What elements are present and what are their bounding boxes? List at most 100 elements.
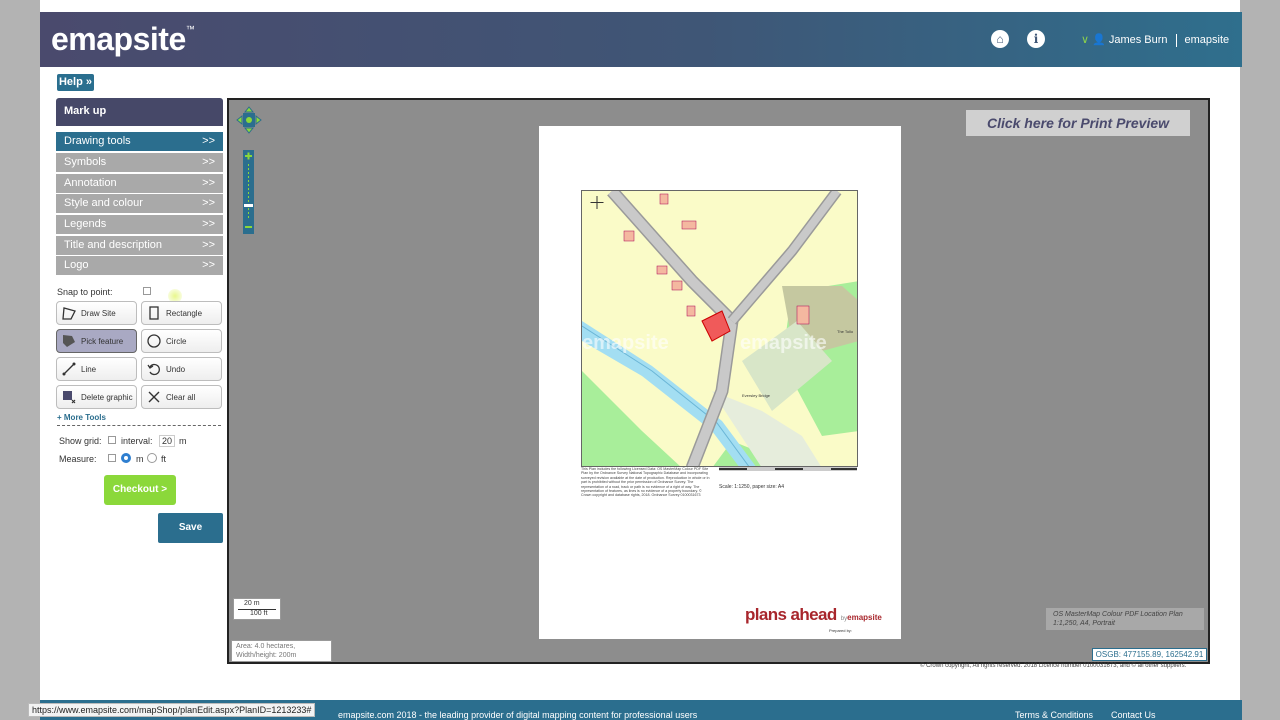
map-viewer[interactable]: Click here for Print Preview emapsite em…: [227, 98, 1210, 664]
unit-ft-radio[interactable]: [147, 453, 157, 463]
scale-m: 20 m: [244, 600, 260, 607]
menu-label: Title and description: [64, 239, 163, 251]
close-icon: [148, 391, 160, 403]
user-icon: 👤: [1092, 34, 1109, 46]
home-icon[interactable]: ⌂: [991, 30, 1009, 48]
unit-m-radio[interactable]: [121, 453, 131, 463]
watermark: emapsite: [582, 332, 669, 354]
plans-brand: emapsite: [847, 613, 882, 622]
plan-description: OS MasterMap Colour PDF Location Plan 1:1…: [1046, 608, 1204, 630]
interval-unit: m: [179, 436, 187, 446]
menu-logo[interactable]: Logo >>: [56, 256, 223, 275]
dimensions-text: Width/height: 200m: [236, 652, 297, 659]
menu-label: Drawing tools: [64, 135, 131, 147]
pan-control[interactable]: [236, 106, 262, 134]
expand-arrow: >>: [202, 156, 215, 168]
area-info: Area: 4.0 hectares, Width/height: 200m: [231, 640, 332, 662]
undo-button[interactable]: Undo: [141, 357, 222, 381]
rectangle-button[interactable]: Rectangle: [141, 301, 222, 325]
menu-label: Legends: [64, 218, 107, 230]
prepared-by: Prepared by:: [829, 628, 852, 633]
interval-input[interactable]: 20: [159, 435, 175, 447]
expand-arrow: >>: [202, 177, 215, 189]
measure-label: Measure:: [59, 454, 97, 464]
map-scale-indicator: 20 m 100 ft: [233, 598, 281, 620]
map-label: Eversley Bridge: [742, 393, 771, 398]
expand-arrow: >>: [202, 135, 215, 147]
checkout-button[interactable]: Checkout >: [104, 475, 176, 505]
save-button[interactable]: Save: [158, 513, 223, 543]
tool-label: Undo: [166, 365, 186, 374]
menu-symbols[interactable]: Symbols >>: [56, 153, 223, 172]
tool-label: Rectangle: [166, 309, 203, 318]
emapsite-logo[interactable]: emapsite™: [51, 21, 195, 58]
status-bar-url: https://www.emapsite.com/mapShop/planEdi…: [28, 703, 316, 717]
contact-link[interactable]: Contact Us: [1111, 710, 1156, 720]
menu-style-colour[interactable]: Style and colour >>: [56, 194, 223, 213]
plans-ahead-logo: plans ahead byemapsite: [745, 605, 882, 625]
user-name[interactable]: James Burn: [1109, 34, 1168, 46]
pick-feature-icon: [63, 335, 75, 347]
menu-label: Annotation: [64, 177, 117, 189]
line-icon: [62, 362, 76, 376]
menu-legends[interactable]: Legends >>: [56, 215, 223, 234]
tool-label: Line: [81, 365, 97, 374]
info-icon[interactable]: i: [1027, 30, 1045, 48]
zoom-slider[interactable]: [243, 150, 254, 234]
expand-arrow: >>: [202, 197, 215, 209]
map-image[interactable]: emapsite emapsite Eversley Bridge The To…: [581, 190, 858, 467]
undo-icon: [147, 363, 160, 376]
chevron-down-icon[interactable]: ∨: [1081, 34, 1089, 46]
menu-title-description[interactable]: Title and description >>: [56, 236, 223, 255]
print-preview-button[interactable]: Click here for Print Preview: [966, 110, 1190, 136]
snap-label: Snap to point:: [57, 287, 113, 297]
polygon-icon: [62, 307, 76, 320]
tool-label: Draw Site: [81, 309, 116, 318]
measure-checkbox[interactable]: [108, 454, 116, 462]
clear-all-button[interactable]: Clear all: [141, 385, 222, 409]
divider: [57, 425, 221, 426]
terms-link[interactable]: Terms & Conditions: [1015, 710, 1093, 720]
circle-button[interactable]: Circle: [141, 329, 222, 353]
plan-sheet: emapsite emapsite Eversley Bridge The To…: [539, 126, 901, 639]
menu-label: Logo: [64, 259, 89, 271]
tool-label: Delete graphic: [81, 393, 133, 402]
coordinates-readout: OSGB: 477155.89, 162542.91: [1092, 648, 1207, 661]
pick-feature-button[interactable]: Pick feature: [56, 329, 137, 353]
draw-site-button[interactable]: Draw Site: [56, 301, 137, 325]
plan-legend-text: This Plan includes the following License…: [581, 467, 710, 498]
tool-label: Pick feature: [81, 337, 124, 346]
help-button[interactable]: Help »: [57, 74, 94, 91]
scale-ft: 100 ft: [250, 610, 268, 617]
copyright-notice: © Crown copyright, All rights reserved. …: [920, 663, 1187, 669]
rectangle-icon: [149, 306, 159, 320]
delete-graphic-button[interactable]: Delete graphic: [56, 385, 137, 409]
circle-icon: [147, 334, 161, 348]
unit-ft-label: ft: [161, 454, 167, 464]
unit-m-label: m: [136, 454, 144, 464]
show-grid-checkbox[interactable]: [108, 436, 116, 444]
plans-ahead-wordmark: plans ahead: [745, 605, 837, 624]
show-grid-label: Show grid:: [59, 436, 102, 446]
menu-annotation[interactable]: Annotation >>: [56, 174, 223, 193]
delete-graphic-icon: [63, 391, 76, 404]
tool-label: Circle: [166, 337, 187, 346]
brand-link[interactable]: emapsite: [1185, 34, 1230, 46]
site-map: emapsite emapsite Eversley Bridge The To…: [582, 191, 857, 466]
more-tools-link[interactable]: + More Tools: [57, 413, 106, 422]
line-button[interactable]: Line: [56, 357, 137, 381]
menu-drawing-tools[interactable]: Drawing tools >>: [56, 132, 223, 151]
panel-title: Mark up: [56, 98, 223, 126]
scale-text: Scale: 1:1250, paper size: A4: [719, 484, 785, 490]
snap-checkbox[interactable]: [143, 287, 151, 295]
interval-label: interval:: [121, 436, 153, 446]
user-menu[interactable]: ∨ 👤 James Burn emapsite: [1081, 33, 1229, 47]
watermark: emapsite: [740, 332, 827, 354]
menu-label: Symbols: [64, 156, 107, 168]
plan-desc-line: 1:1,250, A4, Portrait: [1053, 620, 1115, 627]
footer-text: emapsite.com 2018 - the leading provider…: [338, 710, 698, 720]
menu-label: Style and colour: [64, 197, 143, 209]
area-text: Area: 4.0 hectares,: [236, 643, 296, 650]
map-label: The Tollo: [837, 329, 854, 334]
expand-arrow: >>: [202, 218, 215, 230]
